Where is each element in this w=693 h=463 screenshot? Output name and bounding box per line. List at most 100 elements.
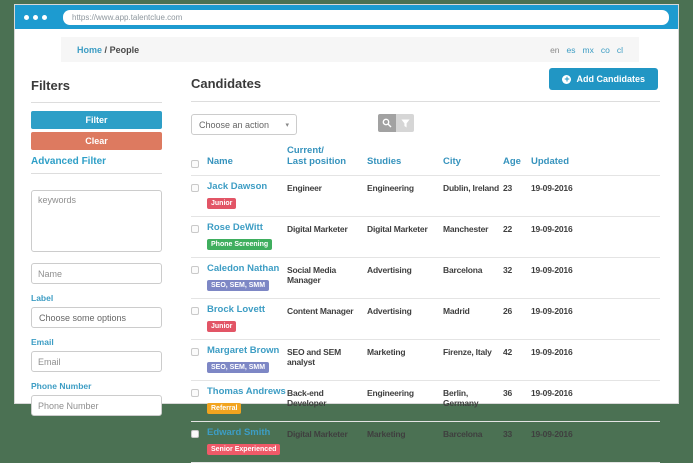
browser-window: https://www.app.talentclue.com Home / Pe…: [14, 4, 679, 463]
cell-studies: Marketing: [367, 428, 406, 439]
table-row: Jack Dawson Junior Engineer Engineering …: [191, 176, 660, 217]
cell-updated: 19-09-2016: [531, 223, 573, 234]
action-select-value: Choose an action: [199, 119, 270, 130]
row-checkbox[interactable]: [191, 388, 199, 397]
phone-field[interactable]: [31, 395, 162, 416]
candidate-name-link[interactable]: Brock Lovett: [207, 304, 287, 315]
row-checkbox[interactable]: [191, 347, 199, 356]
search-icon: [382, 116, 392, 131]
cell-age: 33: [503, 428, 513, 439]
col-header-name[interactable]: Name: [207, 156, 287, 168]
name-field[interactable]: [31, 263, 162, 284]
label-select[interactable]: Choose some options: [31, 307, 162, 328]
clear-button[interactable]: Clear: [31, 132, 162, 150]
email-field[interactable]: [31, 351, 162, 372]
candidate-name-link[interactable]: Jack Dawson: [207, 181, 287, 192]
cell-position: Digital Marketer: [287, 223, 348, 234]
window-controls[interactable]: [24, 14, 51, 20]
col-header-studies[interactable]: Studies: [367, 156, 443, 168]
cell-position: Content Manager: [287, 305, 354, 316]
row-checkbox[interactable]: [191, 429, 199, 438]
filter-funnel-button[interactable]: [396, 114, 414, 132]
table-row: Brock Lovett Junior Content Manager Adve…: [191, 299, 660, 340]
cell-updated: 19-09-2016: [531, 346, 573, 357]
candidate-name-link[interactable]: Rose DeWitt: [207, 222, 287, 233]
filters-title: Filters: [31, 78, 162, 103]
cell-age: 42: [503, 346, 513, 357]
filter-button[interactable]: Filter: [31, 111, 162, 129]
lang-cl[interactable]: cl: [617, 45, 623, 55]
cell-updated: 19-09-2016: [531, 264, 573, 275]
row-checkbox[interactable]: [191, 265, 199, 274]
candidate-label-badge: Referral: [207, 402, 242, 414]
url-text: https://www.app.talentclue.com: [72, 12, 183, 22]
cell-position: Engineer: [287, 182, 322, 193]
breadcrumb-bar: Home / People en es mx co cl: [61, 37, 639, 62]
col-header-age[interactable]: Age: [503, 156, 531, 168]
cell-city: Berlin, Germany: [443, 387, 479, 409]
cell-position: Back-end Developer: [287, 387, 327, 409]
candidate-name-link[interactable]: Margaret Brown: [207, 345, 287, 356]
add-candidates-button[interactable]: + Add Candidates: [549, 68, 658, 90]
cell-city: Barcelona: [443, 264, 483, 275]
col-header-position[interactable]: Current/ Last position: [287, 145, 367, 168]
candidate-label-badge: Junior: [207, 197, 237, 209]
breadcrumb-home-link[interactable]: Home: [77, 45, 102, 55]
cell-studies: Marketing: [367, 346, 406, 357]
candidate-label-badge: Junior: [207, 320, 237, 332]
lang-co[interactable]: co: [601, 45, 610, 55]
advanced-filter-link[interactable]: Advanced Filter: [31, 156, 162, 174]
cell-city: Firenze, Italy: [443, 346, 492, 357]
candidate-label-badge: Phone Screening: [207, 238, 273, 250]
table-row: Margaret Brown SEO, SEM, SMM SEO and SEM…: [191, 340, 660, 381]
add-candidates-label: Add Candidates: [576, 74, 645, 84]
lang-en[interactable]: en: [550, 45, 559, 55]
breadcrumb-current: People: [109, 44, 140, 55]
row-checkbox[interactable]: [191, 306, 199, 315]
cell-age: 36: [503, 387, 513, 398]
cell-updated: 19-09-2016: [531, 182, 573, 193]
table-tools: [378, 114, 414, 132]
chevron-down-icon: ▾: [285, 121, 289, 129]
cell-age: 32: [503, 264, 513, 275]
table-row: Caledon Nathan SEO, SEM, SMM Social Medi…: [191, 258, 660, 299]
cell-position: Social Media Manager: [287, 264, 337, 286]
table-row: Thomas Andrews Referral Back-end Develop…: [191, 381, 660, 422]
candidate-name-link[interactable]: Edward Smith: [207, 427, 287, 438]
candidates-panel: Candidates + Add Candidates Choose an ac…: [191, 62, 660, 463]
keywords-textarea[interactable]: [31, 190, 162, 252]
lang-es[interactable]: es: [567, 45, 576, 55]
col-header-position-line1: Current/: [287, 145, 324, 156]
cell-city: Dublin, Ireland: [443, 182, 500, 193]
cell-position: SEO and SEM analyst: [287, 346, 342, 368]
search-button[interactable]: [378, 114, 396, 132]
address-bar[interactable]: https://www.app.talentclue.com: [63, 9, 669, 25]
row-checkbox[interactable]: [191, 183, 199, 192]
table-row: Rose DeWitt Phone Screening Digital Mark…: [191, 217, 660, 258]
breadcrumb-separator: /: [104, 44, 108, 55]
plus-circle-icon: +: [562, 73, 572, 84]
cell-studies: Engineering: [367, 182, 414, 193]
label-field-label: Label: [31, 293, 54, 303]
candidate-name-link[interactable]: Thomas Andrews: [207, 386, 287, 397]
candidate-name-link[interactable]: Caledon Nathan: [207, 263, 287, 274]
col-header-city[interactable]: City: [443, 156, 503, 168]
cell-updated: 19-09-2016: [531, 428, 573, 439]
select-all-checkbox[interactable]: [191, 159, 199, 168]
lang-mx[interactable]: mx: [583, 45, 594, 55]
table-header-row: Name Current/ Last position Studies City…: [191, 144, 660, 176]
cell-position: Digital Marketer: [287, 428, 348, 439]
col-header-updated[interactable]: Updated: [531, 156, 660, 168]
cell-city: Manchester: [443, 223, 489, 234]
action-select[interactable]: Choose an action ▾: [191, 114, 297, 135]
candidate-label-badge: SEO, SEM, SMM: [207, 279, 270, 291]
language-switcher: en es mx co cl: [550, 45, 623, 55]
filters-panel: Filters Filter Clear Advanced Filter Lab…: [31, 62, 162, 463]
cell-updated: 19-09-2016: [531, 387, 573, 398]
phone-field-label: Phone Number: [31, 381, 92, 391]
candidates-table: Name Current/ Last position Studies City…: [191, 144, 660, 463]
row-checkbox[interactable]: [191, 224, 199, 233]
cell-age: 23: [503, 182, 513, 193]
browser-chrome-bar: https://www.app.talentclue.com: [15, 5, 678, 29]
email-field-label: Email: [31, 337, 54, 347]
